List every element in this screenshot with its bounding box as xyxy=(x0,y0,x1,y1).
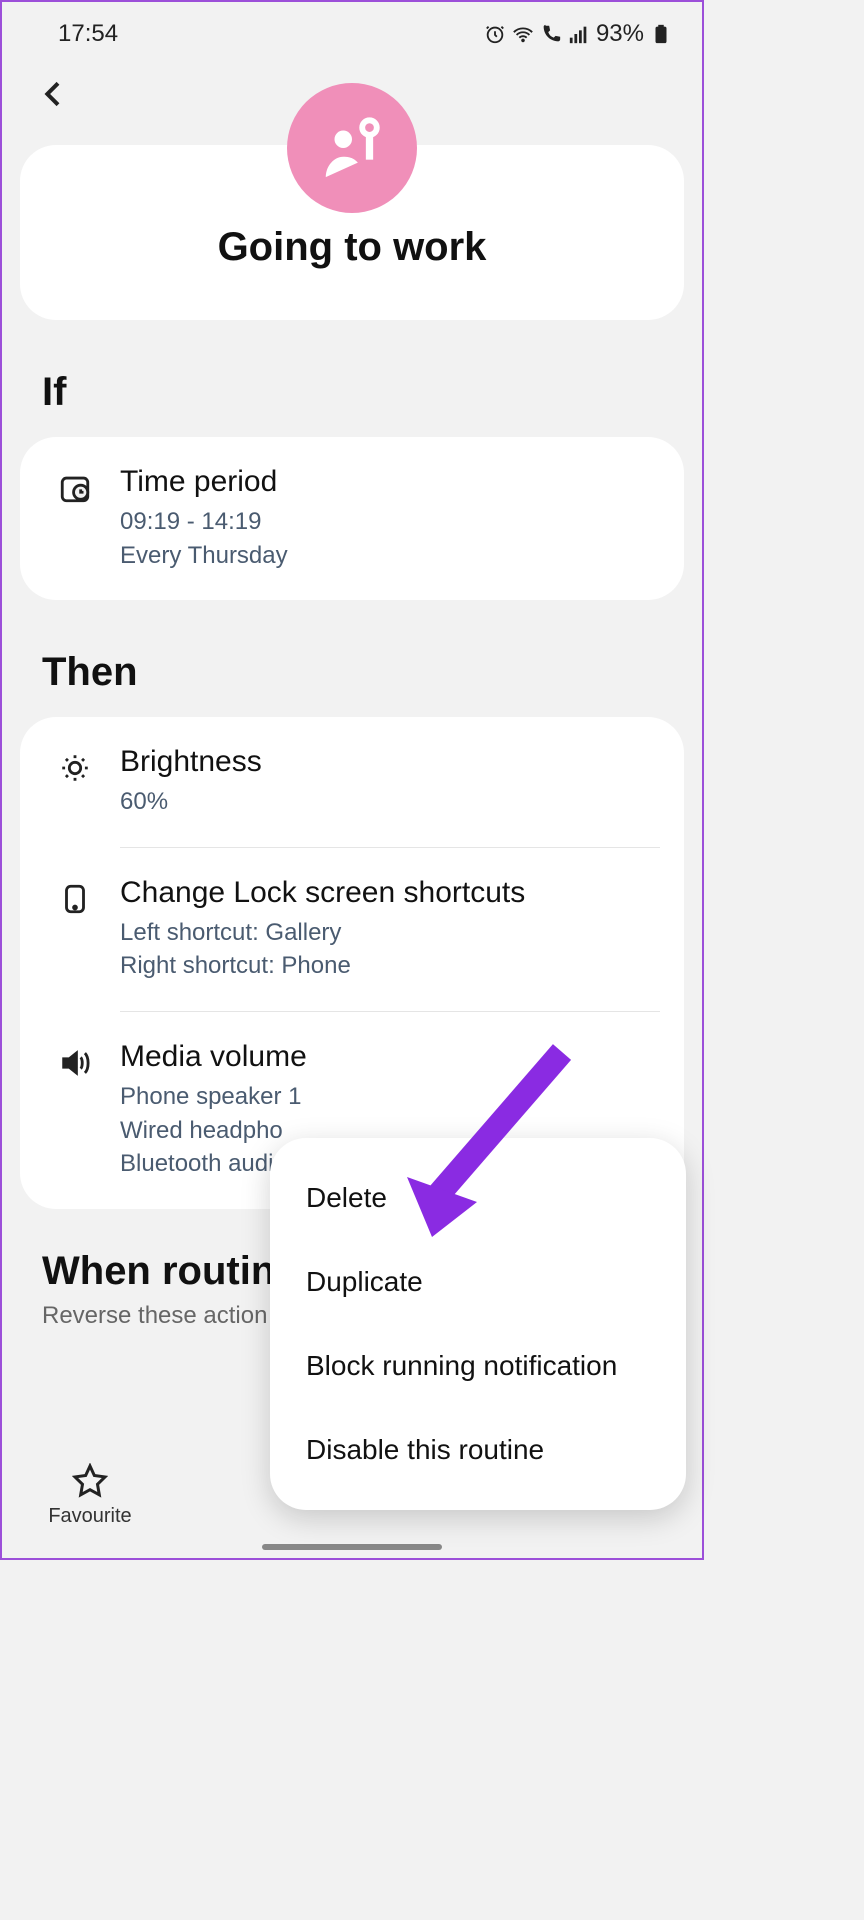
then-item-lockscreen[interactable]: Change Lock screen shortcuts Left shortc… xyxy=(20,848,684,1011)
if-item-time-period[interactable]: Time period 09:19 - 14:19 Every Thursday xyxy=(20,437,684,600)
routine-icon-circle xyxy=(287,83,417,213)
battery-icon xyxy=(650,23,672,45)
then-item-title: Brightness xyxy=(120,745,660,779)
signal-icon xyxy=(568,23,590,45)
if-item-line1: 09:19 - 14:19 xyxy=(120,505,660,539)
then-item-line: Left shortcut: Gallery xyxy=(120,916,660,950)
alarm-icon xyxy=(484,23,506,45)
call-icon xyxy=(540,23,562,45)
favourite-button[interactable]: Favourite xyxy=(2,1463,178,1528)
routine-header-card[interactable]: Going to work xyxy=(20,145,684,320)
routine-title: Going to work xyxy=(218,225,487,270)
calendar-clock-icon xyxy=(58,471,92,505)
menu-duplicate[interactable]: Duplicate xyxy=(270,1240,686,1324)
if-card: Time period 09:19 - 14:19 Every Thursday xyxy=(20,437,684,600)
menu-disable-routine[interactable]: Disable this routine xyxy=(270,1408,686,1492)
wifi-icon xyxy=(512,23,534,45)
star-icon xyxy=(72,1463,108,1499)
then-section-label: Then xyxy=(42,650,702,695)
battery-percent: 93% xyxy=(596,20,644,48)
favourite-label: Favourite xyxy=(48,1505,131,1528)
overflow-menu: Delete Duplicate Block running notificat… xyxy=(270,1138,686,1510)
then-item-brightness[interactable]: Brightness 60% xyxy=(20,717,684,847)
if-item-title: Time period xyxy=(120,465,660,499)
chevron-left-icon xyxy=(38,78,70,110)
status-icons: 93% xyxy=(484,20,672,48)
home-indicator[interactable] xyxy=(262,1544,442,1550)
then-item-title: Media volume xyxy=(120,1040,660,1074)
then-card: Brightness 60% Change Lock screen shortc… xyxy=(20,717,684,1209)
status-time: 17:54 xyxy=(58,20,118,48)
if-item-line2: Every Thursday xyxy=(120,539,660,573)
menu-delete[interactable]: Delete xyxy=(270,1156,686,1240)
then-item-line: Right shortcut: Phone xyxy=(120,949,660,983)
commute-icon xyxy=(317,113,387,183)
then-item-title: Change Lock screen shortcuts xyxy=(120,876,660,910)
brightness-icon xyxy=(58,751,92,785)
menu-block-notification[interactable]: Block running notification xyxy=(270,1324,686,1408)
then-item-line: Phone speaker 1 xyxy=(120,1080,660,1114)
status-bar: 17:54 93% xyxy=(2,2,702,58)
then-item-line: 60% xyxy=(120,785,660,819)
if-section-label: If xyxy=(42,370,702,415)
phone-outline-icon xyxy=(58,882,92,916)
volume-icon xyxy=(58,1046,92,1080)
